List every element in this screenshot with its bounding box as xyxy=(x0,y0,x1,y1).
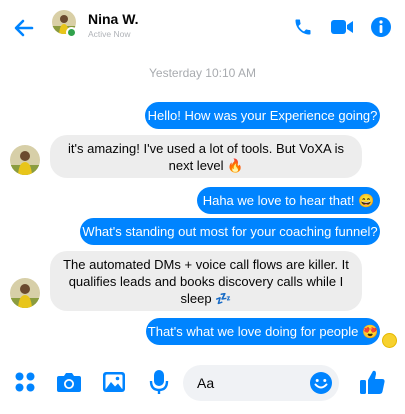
camera-icon[interactable] xyxy=(55,368,83,396)
info-icon[interactable] xyxy=(368,14,394,40)
smiley-icon[interactable] xyxy=(309,371,333,395)
sleep-emoji: 💤 xyxy=(215,291,232,306)
sender-avatar xyxy=(10,278,40,308)
message-bubble-outgoing[interactable]: That's what we love doing for people 😍 xyxy=(146,318,380,345)
conversation-header: Nina W. Active Now xyxy=(0,0,405,56)
message-bubble-outgoing[interactable]: Haha we love to hear that! 😄 xyxy=(197,187,380,214)
message-timestamp: Yesterday 10:10 AM xyxy=(149,66,256,80)
microphone-icon[interactable] xyxy=(145,368,173,396)
contact-name[interactable]: Nina W. xyxy=(88,11,139,27)
message-text: Hello! How was your Experience going? xyxy=(147,108,378,123)
read-receipt-icon xyxy=(382,333,397,348)
message-bubble-incoming[interactable]: it's amazing! I've used a lot of tools. … xyxy=(50,135,362,178)
message-text: The automated DMs + voice call flows are… xyxy=(63,257,349,306)
smile-emoji: 😄 xyxy=(358,193,375,208)
back-arrow-icon[interactable] xyxy=(10,14,38,42)
message-bubble-outgoing[interactable]: Hello! How was your Experience going? xyxy=(145,102,380,129)
thumbs-up-icon[interactable] xyxy=(356,366,388,398)
phone-icon[interactable] xyxy=(290,14,316,40)
sender-avatar xyxy=(10,145,40,175)
video-camera-icon[interactable] xyxy=(329,14,355,40)
heart-eyes-emoji: 😍 xyxy=(362,324,379,339)
message-bubble-incoming[interactable]: The automated DMs + voice call flows are… xyxy=(50,251,362,311)
message-text: Haha we love to hear that! xyxy=(202,193,355,208)
fire-emoji: 🔥 xyxy=(227,158,244,173)
contact-status: Active Now xyxy=(88,29,131,39)
message-text: That's what we love doing for people xyxy=(147,324,359,339)
message-text: What's standing out most for your coachi… xyxy=(82,224,378,239)
apps-icon[interactable] xyxy=(11,368,39,396)
gallery-icon[interactable] xyxy=(100,368,128,396)
message-input-placeholder: Aa xyxy=(197,375,215,391)
message-text: it's amazing! I've used a lot of tools. … xyxy=(68,141,344,173)
online-status-dot xyxy=(66,27,77,38)
message-bubble-outgoing[interactable]: What's standing out most for your coachi… xyxy=(80,218,380,245)
message-input[interactable]: Aa xyxy=(183,365,339,401)
